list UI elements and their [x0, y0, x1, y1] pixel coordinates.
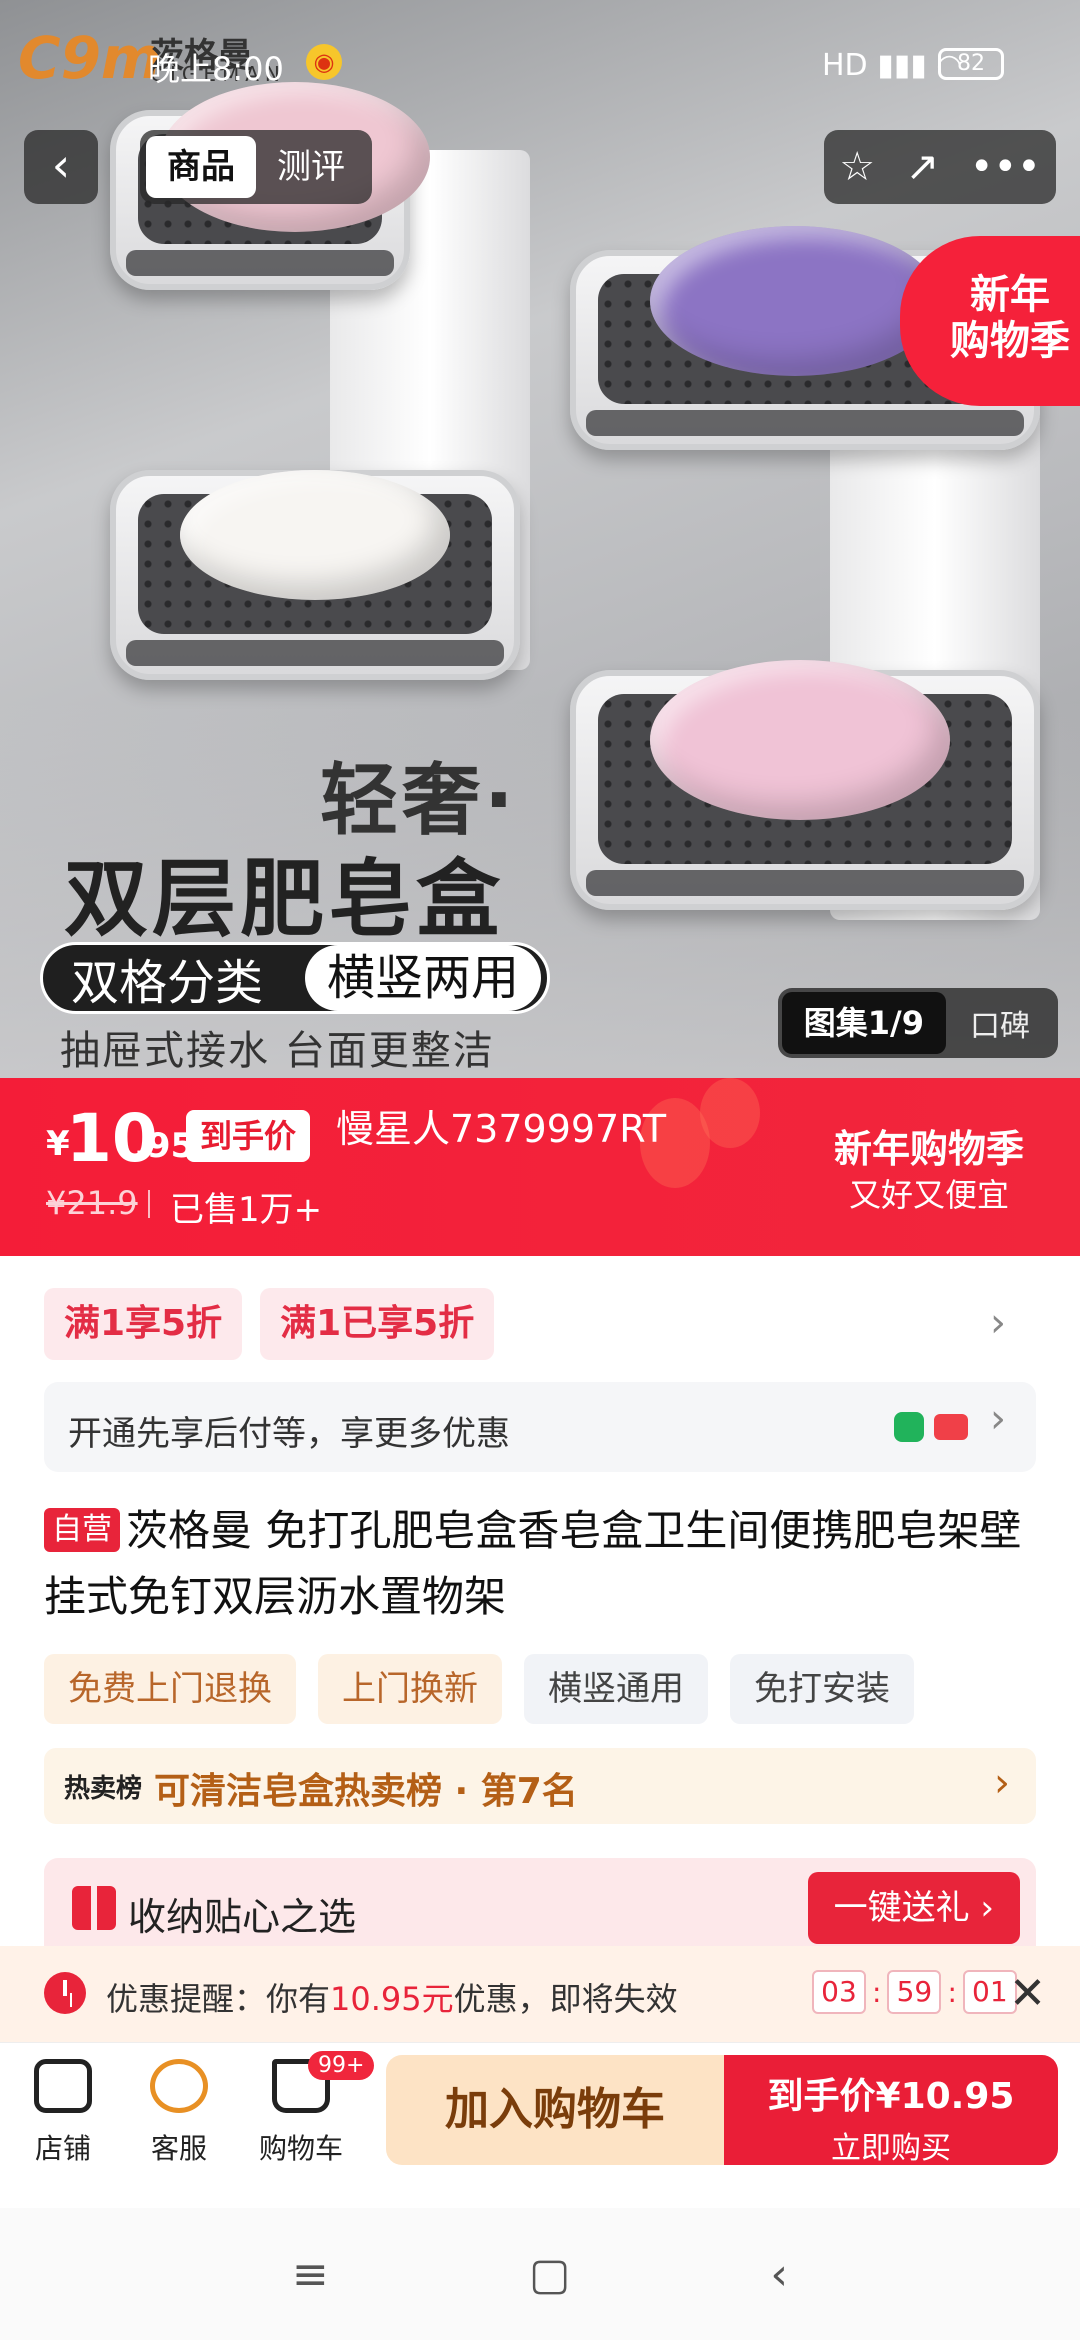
reminder-suffix: 优惠，即将失效	[453, 1980, 678, 2018]
menu-icon[interactable]: ≡	[292, 2249, 329, 2300]
hero-title-line2: 双层肥皂盒	[64, 850, 505, 948]
close-icon[interactable]: ✕	[1009, 1968, 1046, 2019]
countdown-colon: :	[947, 1975, 957, 2009]
hot-rank-label: 热卖榜	[64, 1774, 143, 1804]
service-tag[interactable]: 上门换新	[318, 1654, 502, 1724]
system-nav-bar: ≡ ▢ ‹	[0, 2208, 1080, 2340]
discount-reminder: 优惠提醒：你有10.95元优惠，即将失效 03 : 59 : 01 ✕	[0, 1946, 1080, 2042]
soap-purple	[650, 226, 940, 376]
customer-service-label: 客服	[150, 2132, 207, 2165]
hero-subtitle: 抽屉式接水 台面更整洁	[60, 1028, 495, 1074]
countdown-hours: 03	[812, 1970, 866, 2014]
hero-pill-right: 横竖两用	[305, 945, 542, 1011]
back-icon: ‹	[51, 138, 71, 192]
tab-review[interactable]: 测评	[256, 136, 366, 198]
countdown-timer: 03 : 59 : 01	[812, 1970, 1017, 2014]
more-icon[interactable]: •••	[970, 144, 1041, 190]
top-tabs: 商品 测评	[140, 130, 372, 204]
soap-white	[180, 470, 450, 600]
reminder-text: 优惠提醒：你有10.95元优惠，即将失效	[106, 1974, 678, 2020]
username-overlay: 慢星人7379997RT	[336, 1107, 667, 1151]
service-tag[interactable]: 免打安装	[730, 1654, 914, 1724]
coupon-row[interactable]: 满1享5折 满1已享5折	[44, 1288, 495, 1360]
gallery-switch[interactable]: 图集1/9 口碑	[777, 988, 1058, 1058]
soap-pink-bottom	[650, 660, 950, 820]
coupon-chevron-icon[interactable]: ›	[990, 1300, 1006, 1346]
price-divider	[148, 1190, 150, 1218]
product-title: 自营 茨格曼 免打孔肥皂盒香皂盒卫生间便携肥皂架壁挂式免钉双层沥水置物架	[44, 1498, 1044, 1630]
bottom-action-bar: 店铺 客服 99+ 购物车 加入购物车 到手价¥10.95 立即购买	[0, 2042, 1080, 2208]
buy-now-button[interactable]: 到手价¥10.95 立即购买	[724, 2055, 1058, 2166]
gift-icon	[72, 1886, 116, 1930]
service-tag[interactable]: 免费上门退换	[44, 1654, 296, 1724]
status-time: 晚上8:00	[148, 50, 284, 88]
cart-button[interactable]: 99+ 购物车	[246, 2051, 375, 2167]
hero-pill-left: 双格分类	[71, 955, 264, 1011]
home-icon[interactable]: ▢	[529, 2249, 571, 2300]
back-button[interactable]: ‹	[24, 130, 98, 204]
coupon-tag[interactable]: 满1享5折	[44, 1288, 243, 1360]
sold-count: 已售1万+	[170, 1190, 323, 1230]
original-price: ¥21.9	[46, 1184, 138, 1222]
buy-now-label: 立即购买	[831, 2131, 951, 2166]
season-line1: 新年购物季	[833, 1127, 1024, 1171]
reminder-prefix: 优惠提醒：你有	[106, 1980, 331, 2018]
battery-icon: 82	[938, 48, 1004, 80]
countdown-minutes: 59	[887, 1970, 942, 2014]
service-tags: 免费上门退换 上门换新 横竖通用 免打安装	[44, 1654, 914, 1724]
coupon-tag[interactable]: 满1已享5折	[260, 1288, 495, 1360]
pay-later-text: 开通先享后付等，享更多优惠	[68, 1414, 510, 1454]
lantern-decoration	[700, 1078, 760, 1148]
pay-later-row[interactable]: 开通先享后付等，享更多优惠 ›	[44, 1382, 1036, 1472]
star-icon[interactable]: ☆	[839, 144, 875, 190]
new-year-badge: 新年 购物季	[900, 236, 1080, 406]
hot-rank-row[interactable]: 热卖榜 可清洁皂盒热卖榜 · 第7名 ›	[44, 1748, 1036, 1824]
customer-service-button[interactable]: 客服	[124, 2059, 234, 2167]
system-back-icon[interactable]: ‹	[770, 2249, 788, 2300]
gift-text: 收纳贴心之选	[128, 1895, 357, 1939]
hot-rank-text: 可清洁皂盒热卖榜 · 第7名	[154, 1771, 578, 1812]
pay-later-chevron-icon: ›	[990, 1396, 1006, 1442]
hero-feature-pill: 双格分类 横竖两用	[40, 942, 550, 1014]
share-icon[interactable]: ↗	[906, 144, 940, 190]
cart-badge: 99+	[308, 2051, 375, 2080]
countdown-colon: :	[872, 1975, 882, 2009]
price-banner: ¥ 10 .95 到手价 ¥21.9 已售1万+ 慢星人7379997RT 新年…	[0, 1078, 1080, 1256]
store-icon	[34, 2059, 92, 2113]
self-operated-badge: 自营	[44, 1508, 120, 1552]
rank-chevron-icon: ›	[994, 1760, 1010, 1806]
store-button[interactable]: 店铺	[8, 2059, 118, 2167]
top-actions: ☆ ↗ •••	[824, 130, 1056, 204]
wallet-icon	[894, 1412, 924, 1442]
add-to-cart-button[interactable]: 加入购物车	[386, 2055, 724, 2165]
weibo-icon: ◉	[306, 44, 342, 80]
status-bar: C9m 茨格曼 CIGEMAN 晚上8:00 ◉ HD ▮▮▮ ◠ 82	[0, 0, 1080, 130]
gallery-tab[interactable]: 图集1/9	[781, 992, 946, 1054]
reminder-amount: 10.95元	[330, 1980, 454, 2018]
season-promo: 新年购物季 又好又便宜	[834, 1126, 1024, 1218]
final-price-tag: 到手价	[186, 1110, 311, 1162]
tab-product[interactable]: 商品	[146, 136, 256, 198]
store-label: 店铺	[34, 2132, 91, 2165]
buy-price-label: 到手价¥10.95	[767, 2076, 1015, 2117]
cart-label: 购物车	[258, 2132, 343, 2165]
brand-logo: C9m	[18, 24, 162, 92]
service-tag[interactable]: 横竖通用	[524, 1654, 708, 1724]
customer-service-icon	[150, 2059, 208, 2113]
card-icon	[934, 1414, 968, 1440]
clock-icon	[44, 1972, 86, 2014]
product-title-text: 茨格曼 免打孔肥皂盒香皂盒卫生间便携肥皂架壁挂式免钉双层沥水置物架	[44, 1506, 1022, 1621]
new-year-badge-text: 新年 购物季	[950, 272, 1070, 364]
send-gift-button[interactable]: 一键送礼 ›	[807, 1872, 1020, 1944]
signal-label: HD	[822, 48, 868, 83]
reviews-tab[interactable]: 口碑	[946, 1001, 1054, 1045]
season-line2: 又好又便宜	[848, 1176, 1009, 1214]
